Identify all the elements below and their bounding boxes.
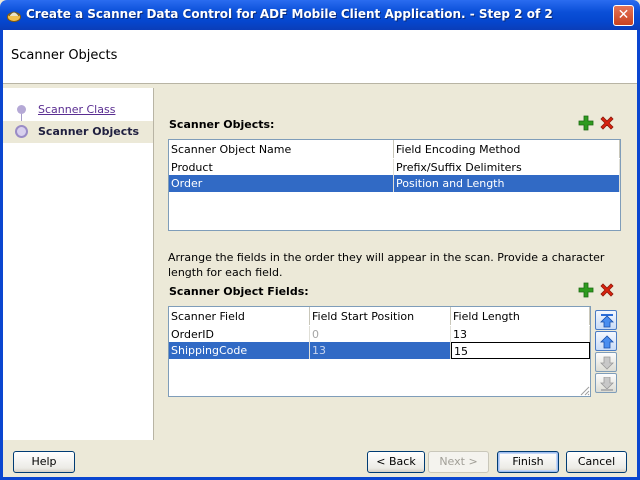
wizard-header: Scanner Objects [3,30,637,84]
delete-scanner-object-button[interactable] [599,115,615,131]
scanner-fields-table[interactable]: Scanner Field Field Start Position Field… [168,306,591,397]
table-cell: 0 [310,326,451,343]
move-up-icon [600,335,614,349]
move-down-icon [600,356,614,370]
add-field-button[interactable] [578,282,594,298]
close-icon: ✕ [617,7,630,23]
table-header: Scanner Object Name Field Encoding Metho… [169,140,620,158]
table-cell[interactable]: Product [169,159,394,176]
add-scanner-object-button[interactable] [578,115,594,131]
scanner-fields-label: Scanner Object Fields: [169,285,309,298]
table-cell[interactable]: Prefix/Suffix Delimiters [394,159,620,176]
step-visited-icon [17,105,26,114]
move-bottom-icon [600,377,614,391]
table-row[interactable]: ShippingCode 13 15 [169,342,590,359]
column-header[interactable]: Field Start Position [310,307,451,325]
table-row[interactable]: Product Prefix/Suffix Delimiters [169,159,620,176]
wizard-nav: Scanner Class Scanner Objects [3,88,154,440]
table-row[interactable]: OrderID 0 13 [169,326,590,343]
move-bottom-button[interactable] [595,373,617,393]
close-button[interactable]: ✕ [613,5,634,26]
delete-icon [600,283,614,297]
move-down-button[interactable] [595,352,617,372]
nav-step-scanner-objects[interactable]: Scanner Objects [3,121,153,143]
cancel-button[interactable]: Cancel [566,451,627,473]
move-top-icon [600,314,614,328]
app-icon [6,7,22,23]
table-row[interactable]: Order Position and Length [169,175,620,192]
next-button[interactable]: Next > [428,451,489,473]
page-title: Scanner Objects [11,48,118,63]
move-up-button[interactable] [595,331,617,351]
nav-step-label[interactable]: Scanner Class [38,103,115,116]
scanner-objects-table[interactable]: Scanner Object Name Field Encoding Metho… [168,139,621,231]
back-button[interactable]: < Back [367,451,425,473]
delete-icon [600,116,614,130]
table-cell[interactable]: OrderID [169,326,310,343]
table-cell[interactable]: ShippingCode [169,342,310,359]
window-title: Create a Scanner Data Control for ADF Mo… [26,7,553,21]
column-header[interactable]: Field Encoding Method [394,140,620,158]
table-cell[interactable]: Order [169,175,394,192]
add-icon [578,115,594,131]
move-top-button[interactable] [595,310,617,330]
delete-field-button[interactable] [599,282,615,298]
title-bar: Create a Scanner Data Control for ADF Mo… [0,0,640,30]
column-header[interactable]: Scanner Object Name [169,140,394,158]
nav-step-scanner-class[interactable]: Scanner Class [3,99,153,121]
nav-step-label: Scanner Objects [38,125,140,138]
resize-grip-icon[interactable] [578,384,590,396]
table-cell: 13 [310,342,451,359]
column-header[interactable]: Scanner Field [169,307,310,325]
table-cell[interactable]: Position and Length [394,175,620,192]
table-header: Scanner Field Field Start Position Field… [169,307,590,325]
table-cell[interactable]: 13 [451,326,590,343]
column-header[interactable]: Field Length [451,307,590,325]
add-icon [578,282,594,298]
scanner-objects-label: Scanner Objects: [169,118,275,131]
help-button[interactable]: Help [13,451,75,473]
finish-button[interactable]: Finish [497,451,559,473]
step-current-icon [15,125,28,138]
instructions-text: Arrange the fields in the order they wil… [168,251,605,279]
field-length-editor[interactable]: 15 [451,342,590,359]
